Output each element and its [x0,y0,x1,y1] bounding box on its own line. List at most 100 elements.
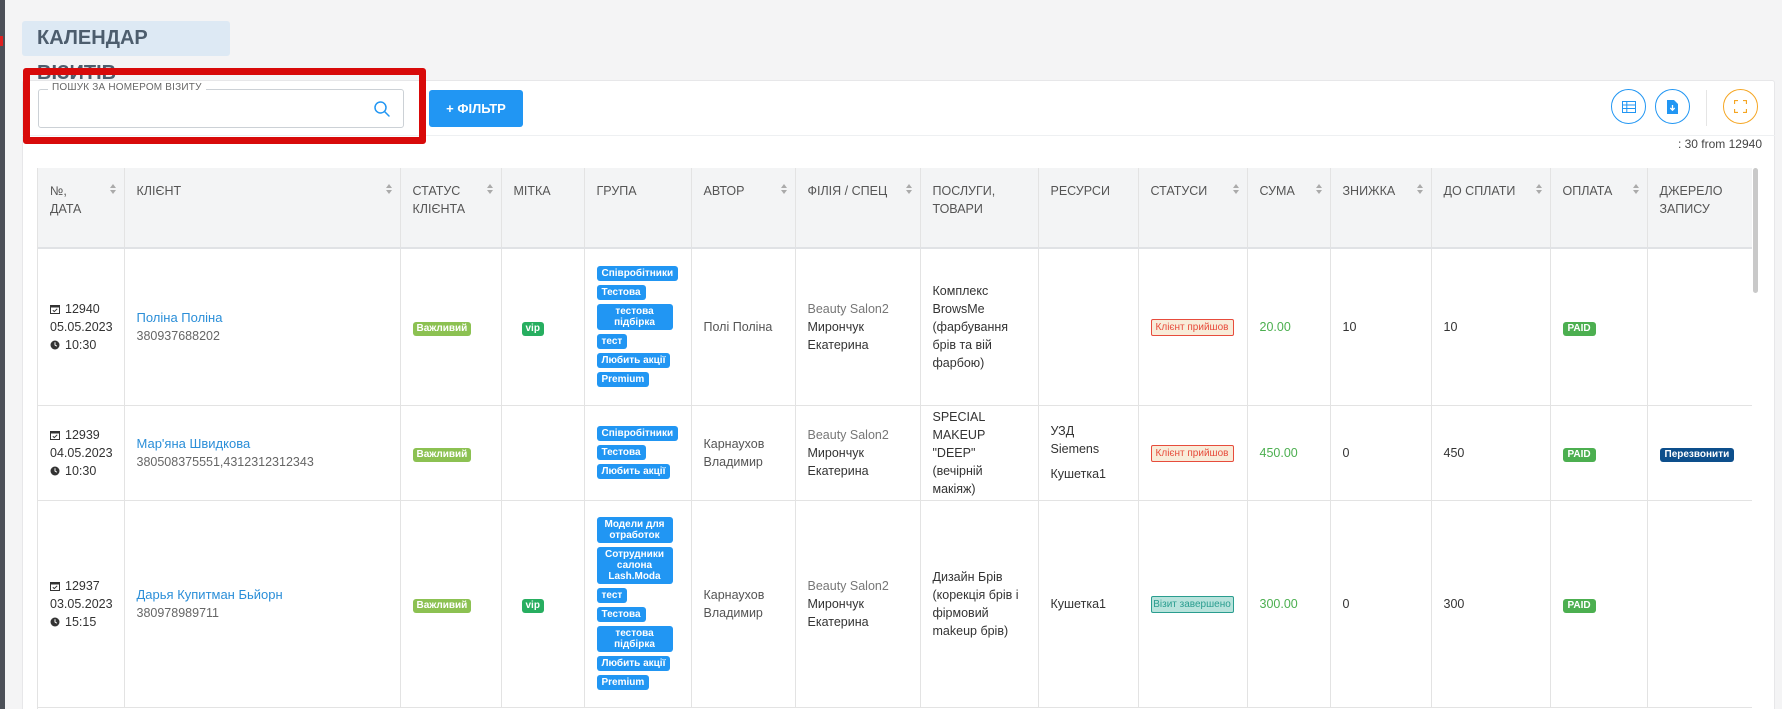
sort-icon[interactable] [1535,184,1542,196]
group-badge: Premium [596,675,650,690]
sort-icon[interactable] [486,184,493,196]
group-badge: Тестова [596,285,646,301]
sort-icon[interactable] [1232,184,1239,196]
col-header-client-status[interactable]: СТАТУС КЛІЄНТА [400,168,502,249]
clock-icon [50,617,60,626]
services: Комплекс BrowsMe (фарбування брів та вій… [920,248,1039,406]
toolbar-divider [1706,90,1707,126]
table-row[interactable]: 12939 04.05.2023 10:30 Мар'яна Швидкова … [38,405,1752,501]
col-header-group[interactable]: ГРУПА [584,168,692,249]
page-title: КАЛЕНДАР ВІЗИТІВ [22,21,230,84]
client-status-badge: Важливий [412,598,472,613]
payment-badge: PAID [1562,447,1596,462]
col-header-sum[interactable]: СУМА [1247,168,1331,249]
resource: Кушетка1 [1050,596,1106,611]
branch-name: Beauty Salon2 [807,427,889,442]
author: Полі Поліна [691,248,796,406]
author: Карнаухов Владимир [691,405,796,501]
specialist-name: Екатерина [807,614,869,629]
visit-status-badge: Візит завершено [1150,596,1234,613]
col-header-to-pay[interactable]: ДО СПЛАТИ [1431,168,1551,249]
col-header-services[interactable]: ПОСЛУГИ, ТОВАРИ [920,168,1039,249]
sort-icon[interactable] [385,184,392,196]
group-badge: Любить акції [596,353,671,369]
visit-date: 03.05.2023 [50,596,113,611]
group-badge: Модели для отработок [596,517,673,543]
client-status-badge: Важливий [412,447,472,462]
specialist-name: Екатерина [807,337,869,352]
search-field[interactable]: ПОШУК ЗА НОМЕРОМ ВІЗИТУ [38,82,404,128]
specialist-name: Екатерина [807,463,869,478]
specialist-surname: Мирончук [807,319,864,334]
sort-icon[interactable] [905,184,912,196]
group-badge: Тестова [596,445,646,460]
table-row[interactable]: 12940 05.05.2023 10:30 Поліна Поліна 380… [38,248,1752,406]
client-name-link[interactable]: Мар'яна Швидкова [137,435,388,453]
group-badge: Співробітники [596,266,679,282]
branch-name: Beauty Salon2 [807,578,889,593]
sum-value: 300.00 [1259,596,1298,611]
fullscreen-icon [1734,100,1747,113]
col-header-payment[interactable]: ОПЛАТА [1550,168,1648,249]
discount-value: 0 [1330,500,1432,708]
payment-badge: PAID [1562,598,1596,613]
sort-icon[interactable] [109,184,116,196]
client-phone: 380937688202 [136,328,220,343]
tag-badge: vip [521,321,544,336]
export-button[interactable] [1655,89,1690,124]
group-badge: Premium [596,372,650,388]
search-icon[interactable] [373,100,391,118]
payment-badge: PAID [1562,321,1596,336]
group-badge: Любить акції [596,656,671,671]
sort-icon[interactable] [1315,184,1322,196]
calendar-icon [50,430,60,440]
col-header-tag[interactable]: МІТКА [501,168,585,249]
columns-button[interactable] [1611,89,1646,124]
discount-value: 10 [1330,248,1432,406]
source-badge: Перезвонити [1659,447,1735,462]
col-header-number-date[interactable]: №, ДАТА [38,168,125,249]
sort-icon[interactable] [780,184,787,196]
specialist-surname: Мирончук [807,596,864,611]
sort-icon[interactable] [1632,184,1639,196]
resource: Кушетка1 [1050,467,1106,481]
col-header-resources[interactable]: РЕСУРСИ [1038,168,1139,249]
col-header-statuses[interactable]: СТАТУСИ [1138,168,1248,249]
visit-date: 05.05.2023 [50,319,113,334]
services: Дизайн Брів (корекція брів і фірмовий ma… [920,500,1039,708]
table-scrollbar[interactable] [1753,168,1758,293]
fullscreen-button[interactable] [1723,89,1758,124]
client-name-link[interactable]: Дарья Купитман Бьйорн [137,586,388,604]
visits-table: №, ДАТА КЛІЄНТ СТАТУС КЛІЄНТА МІТКА ГРУПА … [37,168,1752,709]
group-badge: Любить акції [596,464,671,479]
visit-time: 15:15 [65,614,97,629]
col-header-author[interactable]: АВТОР [691,168,796,249]
group-badges: Співробітники Тестова Любить акції [596,420,679,485]
sort-icon[interactable] [1416,184,1423,196]
col-header-discount[interactable]: ЗНИЖКА [1330,168,1432,249]
col-header-branch-spec[interactable]: ФІЛІЯ / СПЕЦ [795,168,921,249]
client-name-link[interactable]: Поліна Поліна [137,309,388,327]
group-badge: тест [596,334,628,350]
table-row[interactable]: 12937 03.05.2023 15:15 Дарья Купитман Бь… [38,500,1752,708]
to-pay-value: 10 [1431,248,1551,406]
group-badge: тестова підбірка [596,304,673,331]
visit-number: 12939 [65,427,100,442]
group-badge: Тестова [596,607,646,622]
col-header-client[interactable]: КЛІЄНТ [124,168,401,249]
visit-number: 12940 [65,301,100,316]
search-input[interactable] [47,98,357,120]
services: SPECIAL MAKEUP "DEEP" (вечірній макіяж) [920,405,1039,501]
group-badge: Сотрудники салона Lash.Moda [596,547,673,584]
author: Карнаухов Владимир [691,500,796,708]
sum-value: 20.00 [1259,319,1291,334]
clock-icon [50,340,60,350]
filter-button[interactable]: + ФІЛЬТР [429,90,523,127]
calendar-icon [50,304,60,314]
resource: УЗД Siemens [1050,424,1100,456]
group-badges: Модели для отработок Сотрудники салона L… [596,511,679,696]
visit-status-badge: Клієнт прийшов [1150,445,1234,462]
col-header-source[interactable]: ДЖЕРЕЛО ЗАПИСУ [1647,168,1752,249]
branch-name: Beauty Salon2 [807,301,889,316]
client-phone: 380978989711 [136,605,220,620]
